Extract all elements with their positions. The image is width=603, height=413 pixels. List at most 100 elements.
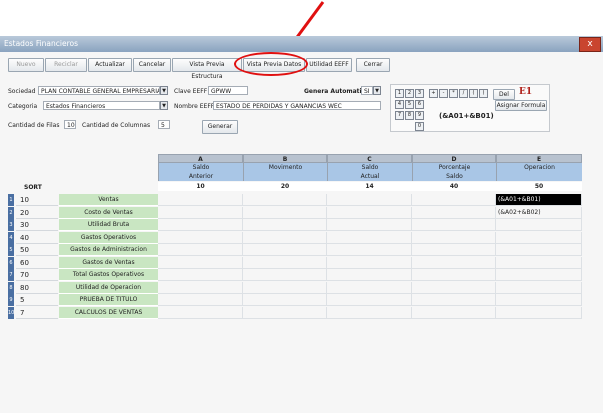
calc-key-r2-2[interactable]: 6 <box>415 100 424 109</box>
grid-cell[interactable] <box>243 281 327 294</box>
grid-cell[interactable] <box>158 231 243 244</box>
grid-cell[interactable] <box>327 244 412 256</box>
grid-cell[interactable] <box>243 219 327 231</box>
grid-cell[interactable] <box>412 269 496 281</box>
grid-cell[interactable] <box>327 194 412 206</box>
generar-button[interactable]: Generar <box>202 120 238 134</box>
row-name[interactable]: Costo de Ventas <box>59 206 158 219</box>
grid-cell[interactable] <box>158 194 243 206</box>
row-name[interactable]: Gastos de Administracion <box>59 244 158 256</box>
calc-key-5[interactable]: * <box>449 89 458 98</box>
grid-cell[interactable] <box>327 269 412 281</box>
row-name[interactable]: Total Gastos Operativos <box>59 269 158 281</box>
row-name[interactable]: Gastos Operativos <box>59 231 158 244</box>
calc-key-6[interactable]: / <box>459 89 468 98</box>
formula-cell[interactable] <box>496 281 582 294</box>
sort-cell[interactable]: 20 <box>16 207 58 219</box>
grid-cell[interactable] <box>412 294 496 306</box>
row-header[interactable]: 9 <box>8 294 14 306</box>
row-header[interactable]: 6 <box>8 256 14 269</box>
row-name[interactable]: Ventas <box>59 194 158 206</box>
calc-key-r3-1[interactable]: 8 <box>405 111 414 120</box>
grid-cell[interactable] <box>243 231 327 244</box>
grid-cell[interactable] <box>412 219 496 231</box>
calc-key-r4-0[interactable]: 0 <box>415 122 424 131</box>
grid-cell[interactable] <box>327 256 412 269</box>
formula-cell[interactable] <box>496 219 582 231</box>
vista-previa-estructura-button[interactable]: Vista Previa Estructura <box>172 58 242 80</box>
calc-key-r2-1[interactable]: 5 <box>405 100 414 109</box>
formula-cell[interactable] <box>496 306 582 319</box>
grid-cell[interactable] <box>158 256 243 269</box>
grid-cell[interactable] <box>158 206 243 219</box>
grid-cell[interactable] <box>158 244 243 256</box>
grid-cell[interactable] <box>412 256 496 269</box>
calc-key-0[interactable]: 1 <box>395 89 404 98</box>
clave-field[interactable]: GPWW <box>208 86 248 95</box>
utilidad-eeff-button[interactable]: Utilidad EEFF <box>306 58 352 72</box>
grid-cell[interactable] <box>243 269 327 281</box>
grid-cell[interactable] <box>243 206 327 219</box>
nombre-field[interactable]: ESTADO DE PERDIDAS Y GANANCIAS WEC <box>213 101 381 110</box>
row-header[interactable]: 1 <box>8 194 14 206</box>
sort-cell[interactable]: 50 <box>16 244 58 256</box>
grid-cell[interactable] <box>243 306 327 319</box>
calc-key-2[interactable]: 3 <box>415 89 424 98</box>
grid-cell[interactable] <box>412 206 496 219</box>
formula-cell[interactable] <box>496 231 582 244</box>
sort-cell[interactable]: 5 <box>16 294 58 306</box>
row-header[interactable]: 8 <box>8 281 14 294</box>
row-name[interactable]: Utilidad de Operacion <box>59 281 158 294</box>
actualizar-button[interactable]: Actualizar <box>88 58 132 72</box>
row-header[interactable]: 7 <box>8 269 14 281</box>
row-header[interactable]: 5 <box>8 244 14 256</box>
cancelar-button[interactable]: Cancelar <box>133 58 171 72</box>
row-name[interactable]: Gastos de Ventas <box>59 256 158 269</box>
nuevo-button[interactable]: Nuevo <box>8 58 44 72</box>
sociedad-field[interactable]: PLAN CONTABLE GENERAL EMPRESARIAL <box>38 86 160 95</box>
grid-cell[interactable] <box>243 194 327 206</box>
row-header[interactable]: 10 <box>8 306 14 319</box>
grid-cell[interactable] <box>158 269 243 281</box>
filas-field[interactable]: 10 <box>64 120 76 129</box>
grid-cell[interactable] <box>158 294 243 306</box>
calc-key-7[interactable]: ( <box>469 89 478 98</box>
grid-cell[interactable] <box>412 194 496 206</box>
grid-cell[interactable] <box>158 219 243 231</box>
chevron-down-icon[interactable]: ▼ <box>160 86 168 95</box>
calc-key-r3-2[interactable]: 9 <box>415 111 424 120</box>
sort-cell[interactable]: 80 <box>16 282 58 294</box>
grid-cell[interactable] <box>327 281 412 294</box>
categoria-field[interactable]: Estados Financieros <box>43 101 160 110</box>
grid-cell[interactable] <box>327 219 412 231</box>
grid-cell[interactable] <box>412 244 496 256</box>
calc-key-1[interactable]: 2 <box>405 89 414 98</box>
row-name[interactable]: CALCULOS DE VENTAS <box>59 306 158 319</box>
formula-cell[interactable] <box>496 244 582 256</box>
sort-cell[interactable]: 40 <box>16 232 58 244</box>
chevron-down-icon[interactable]: ▼ <box>160 101 168 110</box>
row-name[interactable]: Utilidad Bruta <box>59 219 158 231</box>
sort-cell[interactable]: 7 <box>16 307 58 319</box>
close-button[interactable]: x <box>579 37 601 52</box>
reciclar-button[interactable]: Reciclar <box>45 58 87 72</box>
formula-cell[interactable]: (&A01+&B01) <box>496 194 582 206</box>
grid-cell[interactable] <box>327 306 412 319</box>
grid-cell[interactable] <box>158 306 243 319</box>
sort-cell[interactable]: 10 <box>16 194 58 206</box>
grid-cell[interactable] <box>243 256 327 269</box>
grid-cell[interactable] <box>327 206 412 219</box>
cerrar-button[interactable]: Cerrar <box>356 58 390 72</box>
grid-cell[interactable] <box>327 231 412 244</box>
calc-key-4[interactable]: - <box>439 89 448 98</box>
chevron-down-icon[interactable]: ▼ <box>373 86 381 95</box>
sort-cell[interactable]: 70 <box>16 269 58 281</box>
grid-cell[interactable] <box>158 281 243 294</box>
calc-key-r3-0[interactable]: 7 <box>395 111 404 120</box>
columnas-field[interactable]: 5 <box>158 120 170 129</box>
calc-key-r2-0[interactable]: 4 <box>395 100 404 109</box>
formula-cell[interactable] <box>496 294 582 306</box>
calc-key-8[interactable]: ) <box>479 89 488 98</box>
grid-cell[interactable] <box>327 294 412 306</box>
del-button[interactable]: Del <box>493 89 515 100</box>
